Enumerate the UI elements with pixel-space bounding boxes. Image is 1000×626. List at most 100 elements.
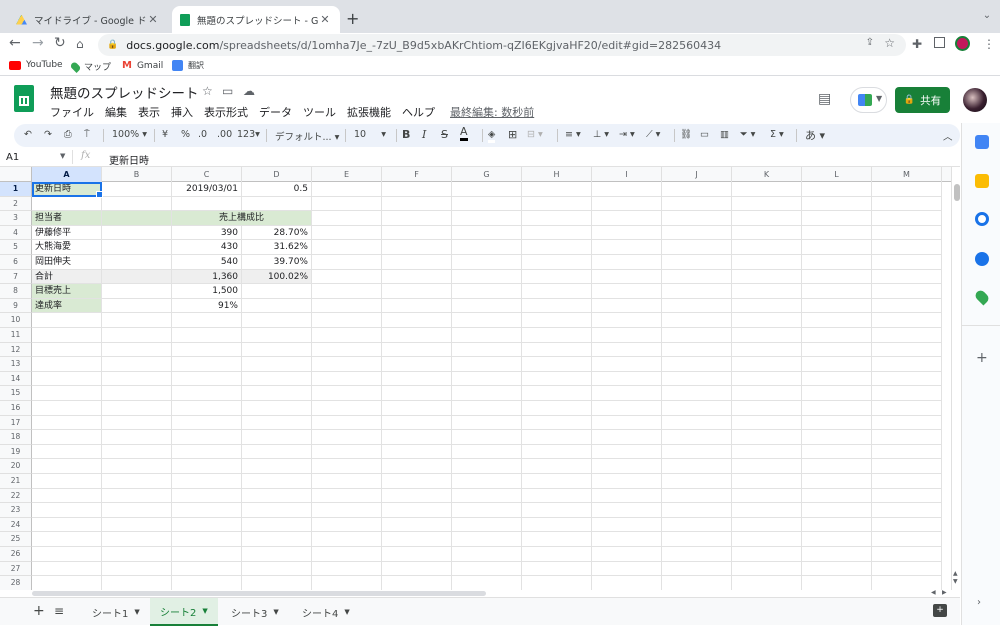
percent-format-button[interactable]: % bbox=[181, 129, 190, 140]
row-header-18[interactable]: 18 bbox=[0, 430, 32, 445]
cell-f6[interactable] bbox=[382, 255, 452, 270]
cell-c3[interactable]: 売上構成比 bbox=[172, 211, 312, 226]
cell-i8[interactable] bbox=[592, 284, 662, 299]
cell-e2[interactable] bbox=[312, 196, 382, 212]
cell-d20[interactable] bbox=[242, 459, 312, 474]
select-all-corner[interactable] bbox=[0, 167, 32, 182]
horizontal-align-icon[interactable]: ≡ ▾ bbox=[565, 129, 581, 140]
sheets-logo-icon[interactable] bbox=[14, 85, 34, 112]
share-button[interactable]: 🔒 共有 bbox=[895, 87, 950, 113]
cell-i26[interactable] bbox=[592, 547, 662, 562]
column-header-e[interactable]: E bbox=[312, 167, 382, 182]
cell-g3[interactable] bbox=[452, 211, 522, 226]
menu-extensions[interactable]: 拡張機能 bbox=[347, 104, 391, 120]
cell-m12[interactable] bbox=[872, 342, 942, 358]
cell-e1[interactable] bbox=[312, 182, 382, 197]
cell-k13[interactable] bbox=[732, 357, 802, 372]
cell-d27[interactable] bbox=[242, 561, 312, 577]
cell-k16[interactable] bbox=[732, 401, 802, 416]
cell-i11[interactable] bbox=[592, 328, 662, 343]
cell-i4[interactable] bbox=[592, 225, 662, 241]
cell-g27[interactable] bbox=[452, 561, 522, 577]
cell-f24[interactable] bbox=[382, 517, 452, 533]
calendar-icon[interactable] bbox=[975, 135, 989, 149]
reload-icon[interactable]: ↻ bbox=[54, 35, 66, 51]
cell-g10[interactable] bbox=[452, 313, 522, 328]
cell-k9[interactable] bbox=[732, 298, 802, 314]
cell-b24[interactable] bbox=[102, 517, 172, 533]
sheet-tab-3[interactable]: シート3 ▼ bbox=[221, 598, 289, 626]
cell-j13[interactable] bbox=[662, 357, 732, 372]
cell-m5[interactable] bbox=[872, 240, 942, 255]
cell-k12[interactable] bbox=[732, 342, 802, 358]
cell-c16[interactable] bbox=[172, 401, 242, 416]
cell-e3[interactable] bbox=[312, 211, 382, 226]
tab-search-icon[interactable]: ⌄ bbox=[980, 9, 994, 23]
cell-i17[interactable] bbox=[592, 415, 662, 431]
cell-g8[interactable] bbox=[452, 284, 522, 299]
cell-e13[interactable] bbox=[312, 357, 382, 372]
star-icon[interactable]: ☆ bbox=[202, 84, 213, 98]
cell-i7[interactable] bbox=[592, 269, 662, 285]
cell-j1[interactable] bbox=[662, 182, 732, 197]
cell-m2[interactable] bbox=[872, 196, 942, 212]
horizontal-scrollbar[interactable]: ◀ ▶ bbox=[0, 589, 960, 597]
menu-insert[interactable]: 挿入 bbox=[171, 104, 193, 120]
cell-i21[interactable] bbox=[592, 474, 662, 489]
cell-f20[interactable] bbox=[382, 459, 452, 474]
cell-b18[interactable] bbox=[102, 430, 172, 445]
cell-l16[interactable] bbox=[802, 401, 872, 416]
cell-c18[interactable] bbox=[172, 430, 242, 445]
cell-j6[interactable] bbox=[662, 255, 732, 270]
cell-i15[interactable] bbox=[592, 386, 662, 401]
cell-f27[interactable] bbox=[382, 561, 452, 577]
cell-m28[interactable] bbox=[872, 576, 942, 590]
cell-b1[interactable] bbox=[102, 182, 172, 197]
cell-i19[interactable] bbox=[592, 444, 662, 460]
more-formats-select[interactable]: 123▾ bbox=[237, 129, 260, 140]
url-field[interactable]: 🔒 docs.google.com/spreadsheets/d/1omha7J… bbox=[98, 34, 906, 56]
cell-l22[interactable] bbox=[802, 488, 872, 504]
cell-c12[interactable] bbox=[172, 342, 242, 358]
cell-m15[interactable] bbox=[872, 386, 942, 401]
cell-m7[interactable] bbox=[872, 269, 942, 285]
cell-d15[interactable] bbox=[242, 386, 312, 401]
cell-m18[interactable] bbox=[872, 430, 942, 445]
cell-g21[interactable] bbox=[452, 474, 522, 489]
cell-l14[interactable] bbox=[802, 371, 872, 387]
cell-e9[interactable] bbox=[312, 298, 382, 314]
cell-g23[interactable] bbox=[452, 503, 522, 518]
cell-b28[interactable] bbox=[102, 576, 172, 590]
cell-i18[interactable] bbox=[592, 430, 662, 445]
row-header-4[interactable]: 4 bbox=[0, 225, 32, 241]
cell-e15[interactable] bbox=[312, 386, 382, 401]
cell-k21[interactable] bbox=[732, 474, 802, 489]
increase-decimal-button[interactable]: .00 bbox=[217, 129, 232, 140]
cell-h19[interactable] bbox=[522, 444, 592, 460]
cell-h20[interactable] bbox=[522, 459, 592, 474]
cell-j18[interactable] bbox=[662, 430, 732, 445]
cell-l20[interactable] bbox=[802, 459, 872, 474]
tasks-icon[interactable] bbox=[975, 212, 989, 226]
cell-c9[interactable]: 91% bbox=[172, 298, 242, 314]
cell-l4[interactable] bbox=[802, 225, 872, 241]
cell-h13[interactable] bbox=[522, 357, 592, 372]
close-icon[interactable]: ✕ bbox=[318, 13, 332, 26]
cell-g13[interactable] bbox=[452, 357, 522, 372]
cell-e22[interactable] bbox=[312, 488, 382, 504]
currency-format-button[interactable]: ¥ bbox=[162, 129, 168, 140]
scroll-left-arrow[interactable]: ◀ bbox=[931, 589, 936, 596]
cell-j10[interactable] bbox=[662, 313, 732, 328]
cell-f7[interactable] bbox=[382, 269, 452, 285]
cell-i20[interactable] bbox=[592, 459, 662, 474]
row-header-22[interactable]: 22 bbox=[0, 488, 32, 504]
cell-h23[interactable] bbox=[522, 503, 592, 518]
cell-e5[interactable] bbox=[312, 240, 382, 255]
column-header-b[interactable]: B bbox=[102, 167, 172, 182]
cell-l27[interactable] bbox=[802, 561, 872, 577]
cell-g7[interactable] bbox=[452, 269, 522, 285]
cell-l8[interactable] bbox=[802, 284, 872, 299]
cell-b20[interactable] bbox=[102, 459, 172, 474]
cell-g19[interactable] bbox=[452, 444, 522, 460]
cell-b5[interactable] bbox=[102, 240, 172, 255]
